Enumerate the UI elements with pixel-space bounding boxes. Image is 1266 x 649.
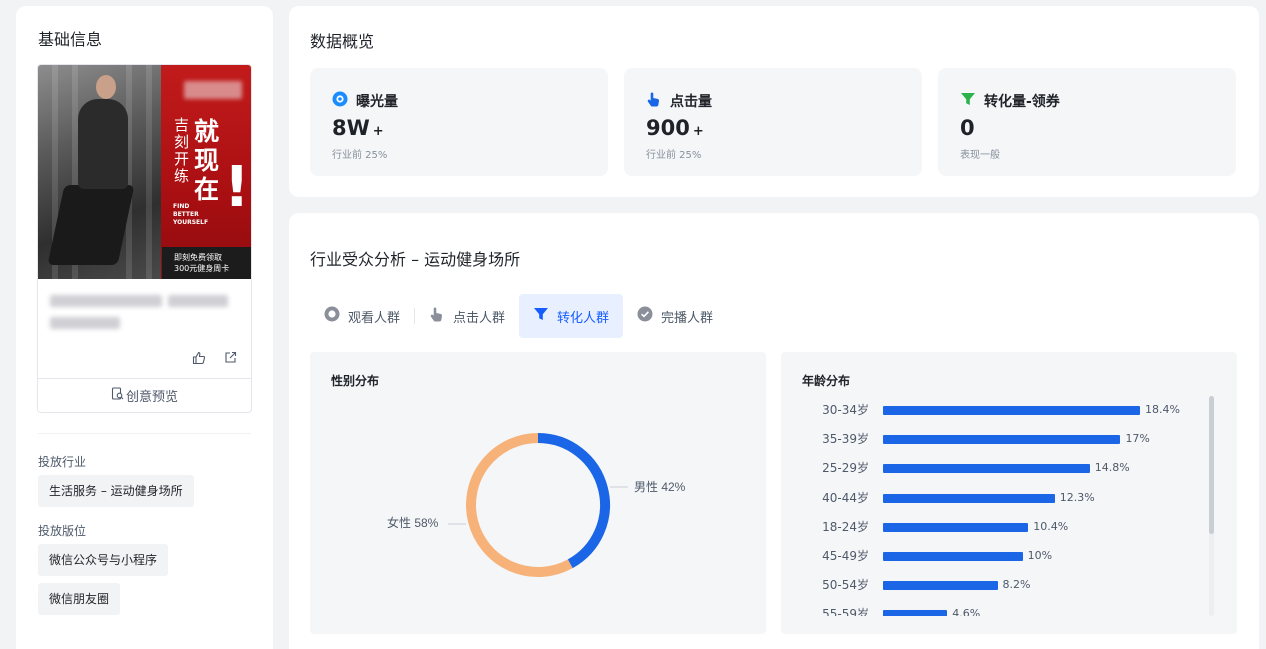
poster-slogan-large: 就现在 bbox=[194, 117, 220, 204]
eye-icon bbox=[324, 306, 340, 326]
audience-analysis-title: 行业受众分析 – 运动健身场所 bbox=[310, 250, 521, 269]
age-bar-row: 40-44岁 12.3% bbox=[781, 490, 1211, 506]
metric-card-impressions: 曝光量 8W + 行业前 25% bbox=[310, 68, 608, 176]
age-scrollbar[interactable] bbox=[1209, 396, 1214, 616]
preview-label: 创意预览 bbox=[125, 390, 178, 405]
funnel-icon bbox=[960, 91, 976, 111]
age-category-label: 50-54岁 bbox=[822, 578, 869, 593]
age-bar bbox=[883, 406, 1140, 415]
age-category-label: 35-39岁 bbox=[822, 432, 869, 447]
data-overview-panel: 数据概览 曝光量 8W + 行业前 25% 点击量 900 + 行业前 25% 转化… bbox=[289, 6, 1259, 197]
age-bar-row: 30-34岁 18.4% bbox=[781, 402, 1211, 418]
age-bar bbox=[883, 552, 1023, 561]
metric-plus: + bbox=[692, 124, 704, 139]
tab-clickers[interactable]: 点击人群 bbox=[415, 294, 519, 338]
data-overview-title: 数据概览 bbox=[310, 32, 375, 51]
metric-subtext: 行业前 25% bbox=[646, 150, 702, 161]
age-value-label: 12.3% bbox=[1059, 490, 1095, 504]
basic-info-title: 基础信息 bbox=[38, 30, 103, 49]
age-category-label: 18-24岁 bbox=[822, 519, 869, 534]
age-category-label: 40-44岁 bbox=[822, 490, 869, 505]
age-chart-title: 年龄分布 bbox=[802, 374, 851, 388]
check-circle-icon bbox=[637, 306, 653, 326]
gender-donut-chart: 男性 42% 女性 58% bbox=[387, 433, 686, 577]
funnel-icon bbox=[533, 306, 549, 326]
hand-click-icon bbox=[429, 306, 445, 326]
metric-card-conversions: 转化量-领券 0 表现一般 bbox=[938, 68, 1236, 176]
poster-exclamation: ! bbox=[224, 155, 250, 220]
donut-slice-female bbox=[466, 433, 573, 577]
metric-subtext: 表现一般 bbox=[960, 150, 1000, 161]
age-bar bbox=[883, 493, 1055, 503]
age-bar bbox=[883, 581, 998, 591]
external-link-icon[interactable] bbox=[224, 351, 237, 365]
basic-info-panel: 基础信息 吉刻开练 就现在 ! FIND BETTER YOURSELF 即刻免… bbox=[16, 6, 273, 649]
metric-name: 转化量-领券 bbox=[984, 94, 1060, 110]
age-value-label: 4.6% bbox=[952, 607, 981, 616]
gender-label-male: 男性 42% bbox=[634, 480, 686, 494]
gender-label-female: 女性 58% bbox=[387, 515, 439, 530]
age-value-label: 10% bbox=[1027, 549, 1053, 562]
metric-value: 8W bbox=[332, 116, 370, 140]
age-bar-row: 35-39岁 17% bbox=[781, 431, 1211, 447]
age-bar-row: 18-24岁 10.4% bbox=[781, 519, 1211, 535]
poster-blurred-brand bbox=[184, 81, 242, 99]
metric-plus: + bbox=[372, 124, 384, 139]
age-bar-row: 25-29岁 14.8% bbox=[781, 460, 1211, 476]
tab-label: 观看人群 bbox=[348, 310, 401, 326]
industry-tag: 生活服务 – 运动健身场所 bbox=[38, 475, 194, 507]
age-scrollbar-thumb[interactable] bbox=[1209, 396, 1214, 534]
gender-distribution-panel: 性别分布 男性 42% 女性 58% bbox=[310, 352, 766, 634]
age-value-label: 17% bbox=[1125, 432, 1150, 446]
metric-name: 曝光量 bbox=[356, 94, 398, 110]
age-bar-chart: 30-34岁 18.4% 35-39岁 17% 25-29岁 14.8% 40-44岁 12.… bbox=[781, 396, 1211, 616]
metric-name: 点击量 bbox=[670, 94, 712, 110]
placement-tag: 微信公众号与小程序 bbox=[38, 544, 169, 576]
tab-label: 点击人群 bbox=[453, 310, 506, 326]
age-category-label: 55-59岁 bbox=[822, 607, 869, 616]
age-bar-row: 45-49岁 10% bbox=[781, 548, 1211, 564]
poster-english-text: FIND BETTER YOURSELF bbox=[173, 203, 209, 226]
tab-completers[interactable]: 完播人群 bbox=[623, 294, 727, 338]
age-bar-row: 50-54岁 8.2% bbox=[781, 577, 1211, 593]
audience-analysis-panel: 行业受众分析 – 运动健身场所 观看人群 点击人群 转化人群 完播人群 性别分布… bbox=[289, 213, 1259, 649]
age-value-label: 14.8% bbox=[1094, 461, 1130, 475]
preview-icon bbox=[111, 387, 124, 404]
poster-slogan-small: 吉刻开练 bbox=[174, 116, 190, 185]
age-bar bbox=[883, 610, 948, 616]
metric-card-clicks: 点击量 900 + 行业前 25% bbox=[624, 68, 922, 176]
audience-tabs: 观看人群 点击人群 转化人群 完播人群 bbox=[310, 294, 727, 338]
thumbs-up-icon[interactable] bbox=[192, 351, 206, 365]
age-bar bbox=[883, 464, 1090, 474]
industry-label: 投放行业 bbox=[38, 455, 87, 469]
age-category-label: 25-29岁 bbox=[822, 461, 869, 476]
age-bar bbox=[883, 435, 1121, 445]
creative-preview-button[interactable]: 创意预览 bbox=[38, 378, 251, 412]
age-bar bbox=[883, 522, 1029, 532]
tab-label: 完播人群 bbox=[661, 310, 714, 326]
eye-icon bbox=[332, 91, 348, 111]
age-category-label: 45-49岁 bbox=[822, 549, 869, 563]
placement-label: 投放版位 bbox=[38, 524, 87, 538]
hand-click-icon bbox=[646, 91, 662, 111]
age-category-label: 30-34岁 bbox=[822, 403, 869, 417]
tab-viewers[interactable]: 观看人群 bbox=[310, 294, 414, 338]
placement-tag: 微信朋友圈 bbox=[38, 583, 121, 615]
age-bar-row: 55-59岁 4.6% bbox=[781, 606, 1211, 616]
tab-converters[interactable]: 转化人群 bbox=[519, 294, 624, 338]
age-value-label: 8.2% bbox=[1002, 578, 1031, 592]
creative-poster-image[interactable]: 吉刻开练 就现在 ! FIND BETTER YOURSELF 即刻免费领取 3… bbox=[38, 65, 251, 279]
tab-label: 转化人群 bbox=[557, 310, 610, 326]
metric-value: 900 bbox=[646, 116, 690, 140]
creative-card[interactable]: 吉刻开练 就现在 ! FIND BETTER YOURSELF 即刻免费领取 3… bbox=[37, 64, 252, 413]
donut-slice-male bbox=[537, 433, 610, 569]
poster-promo-text: 即刻免费领取 300元健身周卡 bbox=[162, 247, 251, 279]
creative-blurred-description bbox=[50, 291, 240, 337]
age-value-label: 10.4% bbox=[1033, 519, 1069, 533]
metric-subtext: 行业前 25% bbox=[332, 150, 388, 161]
age-value-label: 18.4% bbox=[1145, 403, 1180, 416]
section-divider bbox=[38, 433, 251, 434]
age-distribution-panel: 年龄分布 30-34岁 18.4% 35-39岁 17% 25-29岁 14.8% 40-4… bbox=[781, 352, 1237, 634]
metric-value: 0 bbox=[960, 116, 975, 140]
